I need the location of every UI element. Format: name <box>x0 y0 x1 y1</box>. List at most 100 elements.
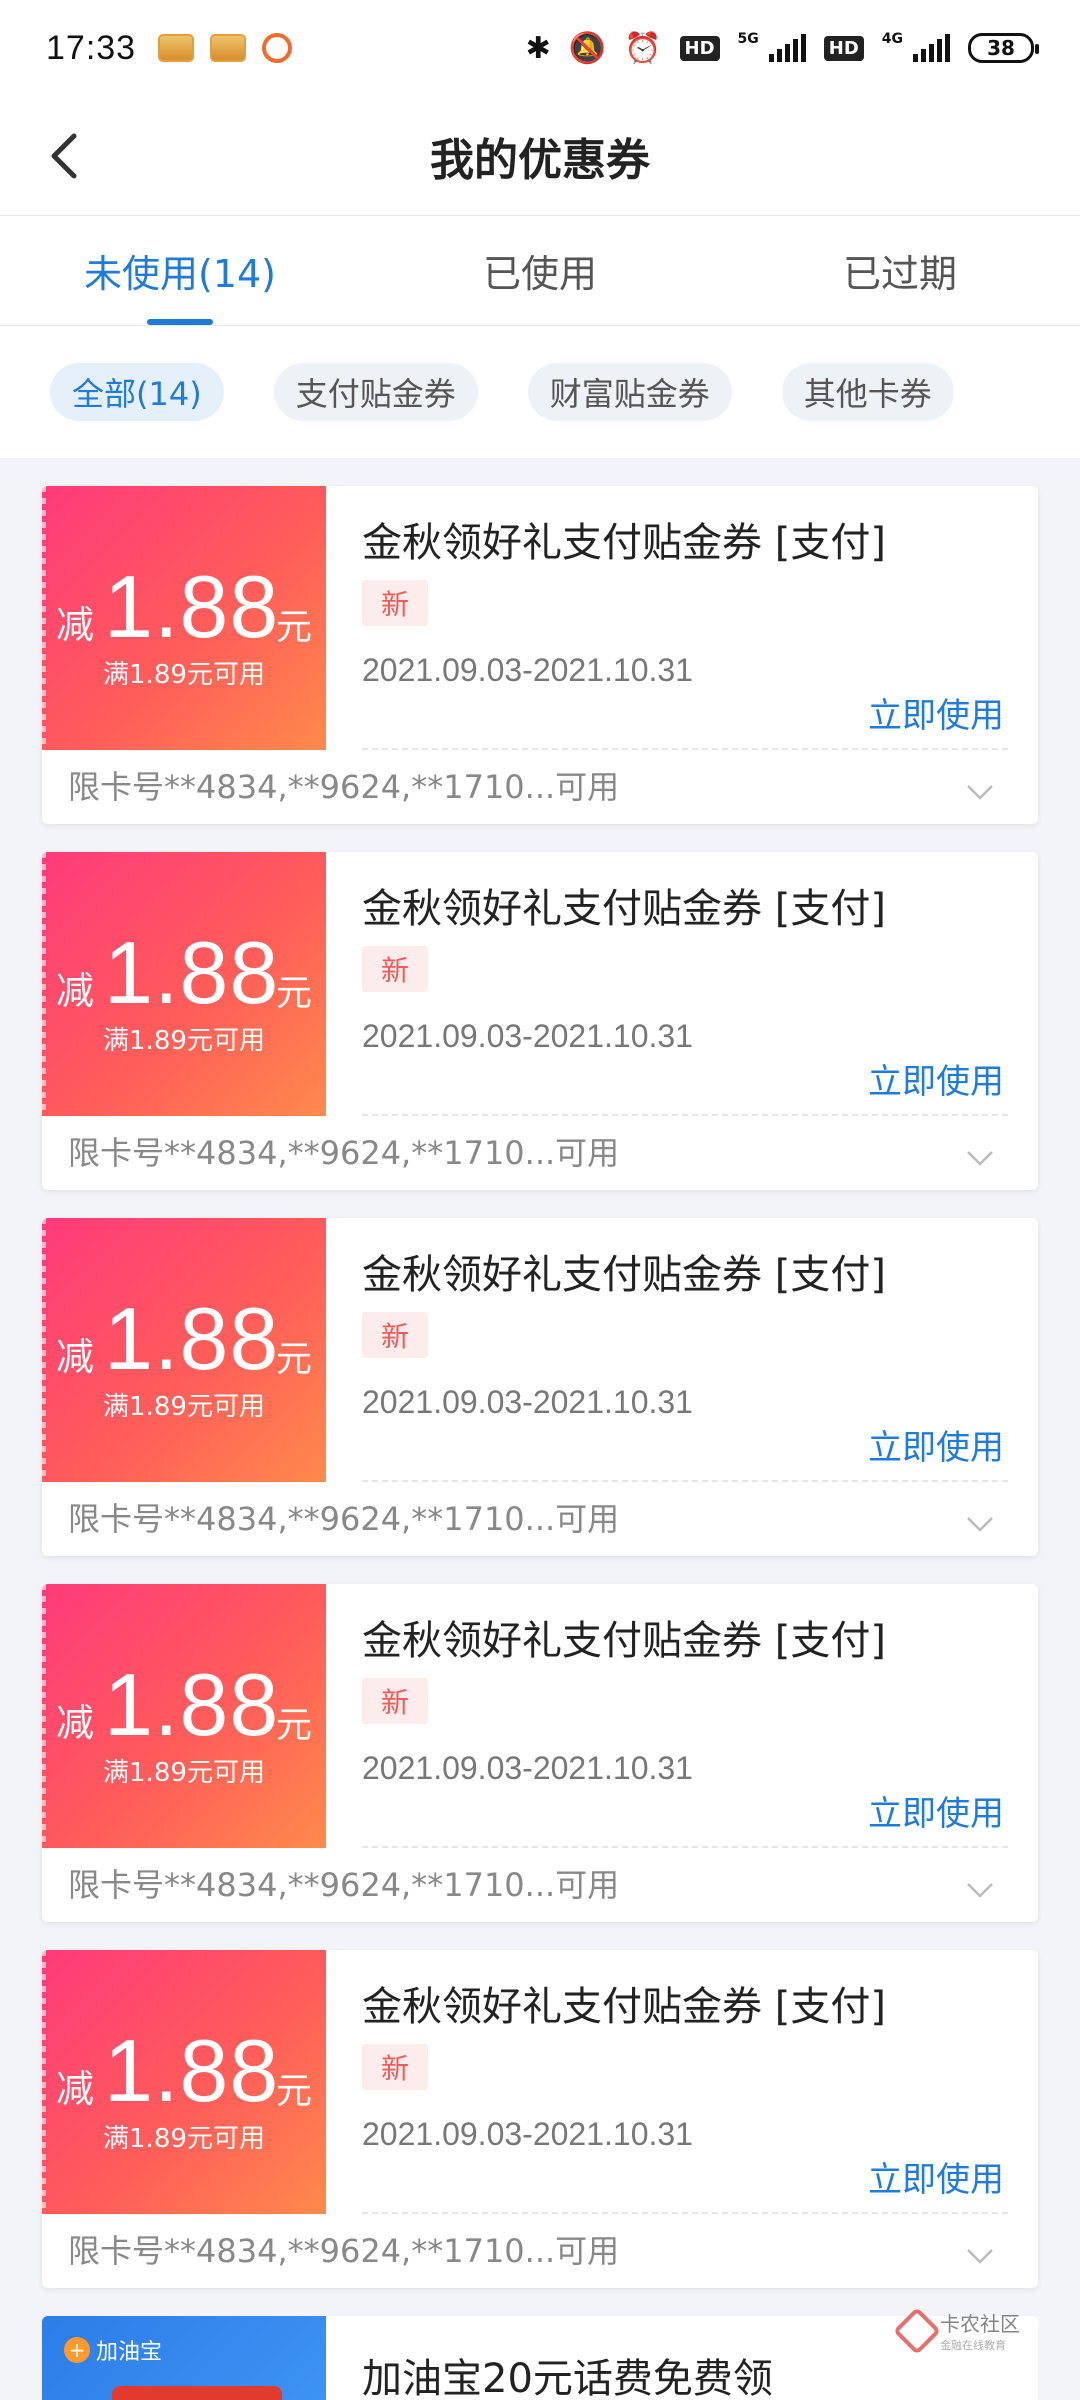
coupon-unit: 元 <box>276 973 313 1014</box>
card-limit-text: 限卡号**4834,**9624,**1710...可用 <box>68 1134 620 1172</box>
coupon-value-panel: 减 1.88 元 满1.89元可用 <box>42 486 326 750</box>
coupon-prefix: 减 <box>56 1701 95 1745</box>
coupon-value-panel: 减 1.88 元 满1.89元可用 <box>42 1218 326 1482</box>
coupon-card[interactable]: 减 1.88 元 满1.89元可用 金秋领好礼支付贴金券 [支付] 新 2021… <box>42 852 1038 1190</box>
coupon-card[interactable]: 减 1.88 元 满1.89元可用 金秋领好礼支付贴金券 [支付] 新 2021… <box>42 1950 1038 2288</box>
chevron-left-icon <box>51 133 77 179</box>
filter-wealth-coupon[interactable]: 财富贴金券 <box>527 363 732 421</box>
new-badge: 新 <box>362 2044 428 2090</box>
battery-level: 38 <box>987 36 1015 60</box>
coupon-title: 金秋领好礼支付贴金券 [支付] <box>362 886 886 932</box>
new-badge: 新 <box>362 580 428 626</box>
coupon-condition: 满1.89元可用 <box>103 660 265 690</box>
notification-icons <box>158 33 293 63</box>
new-badge: 新 <box>362 946 428 992</box>
use-now-button[interactable]: 立即使用 <box>868 1054 1004 1103</box>
coupon-validity-date: 2021.09.03-2021.10.31 <box>362 1018 693 1054</box>
promo-title: 加油宝20元话费免费领 <box>362 2356 773 2400</box>
coupon-prefix: 减 <box>56 603 95 647</box>
promo-logo-text: 加油宝 <box>96 2340 163 2365</box>
coupon-condition: 满1.89元可用 <box>103 1758 265 1788</box>
watermark-logo-icon <box>892 2306 942 2355</box>
use-now-button[interactable]: 立即使用 <box>868 1786 1004 1835</box>
header: 我的优惠券 <box>0 96 1080 216</box>
filter-other-cards[interactable]: 其他卡券 <box>781 363 954 421</box>
hd-icon: HD <box>823 35 864 61</box>
watermark: 卡农社区 金融在线教育 <box>892 2306 1020 2355</box>
coupon-unit: 元 <box>276 1339 313 1380</box>
plus-icon: + <box>64 2337 90 2363</box>
network-5g-label: 5G <box>737 30 759 47</box>
signal-icon <box>913 34 950 62</box>
status-indicators: ✱ 🔕 ⏰ HD 5G HD 4G 38 <box>525 30 1039 66</box>
coupon-card[interactable]: 减 1.88 元 满1.89元可用 金秋领好礼支付贴金券 [支付] 新 2021… <box>42 1584 1038 1922</box>
divider <box>362 2212 1008 2214</box>
coupon-value-panel: 减 1.88 元 满1.89元可用 <box>42 1950 326 2214</box>
coupon-title: 金秋领好礼支付贴金券 [支付] <box>362 1618 886 1664</box>
divider <box>362 1846 1008 1848</box>
tab-used[interactable]: 已使用 <box>360 216 720 325</box>
filter-all[interactable]: 全部(14) <box>50 363 224 421</box>
chevron-down-icon[interactable] <box>960 1870 1000 1910</box>
new-badge: 新 <box>362 1678 428 1724</box>
battery-icon: 38 <box>968 33 1039 63</box>
coupon-list: 减 1.88 元 满1.89元可用 金秋领好礼支付贴金券 [支付] 新 2021… <box>42 486 1038 2316</box>
coupon-validity-date: 2021.09.03-2021.10.31 <box>362 2116 693 2152</box>
chevron-down-icon[interactable] <box>960 1504 1000 1544</box>
chevron-down-icon[interactable] <box>960 1138 1000 1178</box>
coupon-amount: 1.88 <box>104 1655 280 1754</box>
page-title: 我的优惠券 <box>430 134 650 186</box>
promo-image: + 加油宝 <box>42 2316 326 2400</box>
hd-icon: HD <box>679 35 720 61</box>
status-tabs: 未使用(14) 已使用 已过期 <box>0 216 1080 326</box>
chevron-down-icon[interactable] <box>960 2236 1000 2276</box>
divider <box>362 748 1008 750</box>
use-now-button[interactable]: 立即使用 <box>868 2152 1004 2201</box>
use-now-button[interactable]: 立即使用 <box>868 1420 1004 1469</box>
new-badge: 新 <box>362 1312 428 1358</box>
coupon-amount: 1.88 <box>104 1289 280 1388</box>
promo-gift-box <box>112 2386 282 2400</box>
coupon-amount: 1.88 <box>104 923 280 1022</box>
coupon-value-panel: 减 1.88 元 满1.89元可用 <box>42 852 326 1116</box>
coupon-validity-date: 2021.09.03-2021.10.31 <box>362 1750 693 1786</box>
divider <box>362 1114 1008 1116</box>
filter-payment-coupon[interactable]: 支付贴金券 <box>273 363 478 421</box>
card-limit-text: 限卡号**4834,**9624,**1710...可用 <box>68 1866 620 1904</box>
coupon-condition: 满1.89元可用 <box>103 1026 265 1056</box>
tab-unused[interactable]: 未使用(14) <box>0 216 360 325</box>
didi-notification-icon <box>262 33 293 63</box>
divider <box>362 1480 1008 1482</box>
coupon-card[interactable]: 减 1.88 元 满1.89元可用 金秋领好礼支付贴金券 [支付] 新 2021… <box>42 486 1038 824</box>
coupon-title: 金秋领好礼支付贴金券 [支付] <box>362 1252 886 1298</box>
mute-icon: 🔕 <box>568 30 607 66</box>
bluetooth-icon: ✱ <box>525 30 551 66</box>
coupon-condition: 满1.89元可用 <box>103 2124 265 2154</box>
coupon-validity-date: 2021.09.03-2021.10.31 <box>362 1384 693 1420</box>
coupon-card[interactable]: 减 1.88 元 满1.89元可用 金秋领好礼支付贴金券 [支付] 新 2021… <box>42 1218 1038 1556</box>
coupon-prefix: 减 <box>56 1335 95 1379</box>
use-now-button[interactable]: 立即使用 <box>868 688 1004 737</box>
coupon-unit: 元 <box>276 607 313 648</box>
app-notification-icon <box>158 34 195 62</box>
card-limit-text: 限卡号**4834,**9624,**1710...可用 <box>68 768 620 806</box>
app-notification-icon <box>210 34 247 62</box>
coupon-prefix: 减 <box>56 969 95 1013</box>
watermark-subtext: 金融在线教育 <box>940 2339 1006 2352</box>
tab-expired[interactable]: 已过期 <box>720 216 1080 325</box>
coupon-amount: 1.88 <box>104 2021 280 2120</box>
card-limit-text: 限卡号**4834,**9624,**1710...可用 <box>68 1500 620 1538</box>
network-4g-label: 4G <box>881 30 903 47</box>
back-button[interactable] <box>36 126 96 186</box>
watermark-text: 卡农社区 <box>940 2312 1020 2336</box>
coupon-title: 金秋领好礼支付贴金券 [支付] <box>362 520 886 566</box>
coupon-validity-date: 2021.09.03-2021.10.31 <box>362 652 693 688</box>
filter-chips: 全部(14) 支付贴金券 财富贴金券 其他卡券 <box>0 326 1080 458</box>
promo-card[interactable]: + 加油宝 加油宝20元话费免费领 <box>42 2316 1038 2400</box>
status-time: 17:33 <box>46 28 137 67</box>
chevron-down-icon[interactable] <box>960 772 1000 812</box>
coupon-condition: 满1.89元可用 <box>103 1392 265 1422</box>
coupon-amount: 1.88 <box>104 557 280 656</box>
coupon-prefix: 减 <box>56 2067 95 2111</box>
coupon-value-panel: 减 1.88 元 满1.89元可用 <box>42 1584 326 1848</box>
